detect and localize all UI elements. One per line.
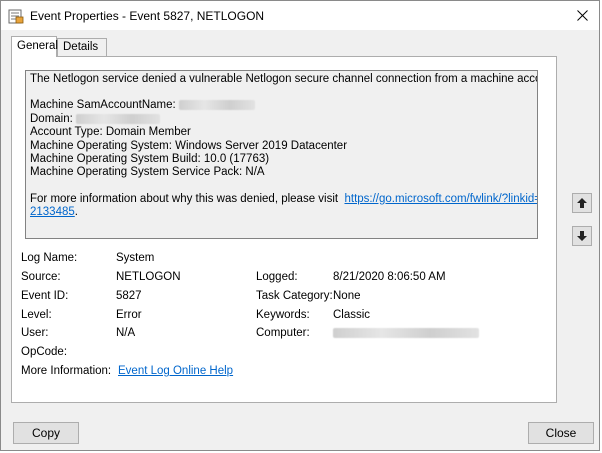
event-log-online-help-link[interactable]: Event Log Online Help — [118, 365, 233, 377]
description-summary: The Netlogon service denied a vulnerable… — [30, 73, 538, 85]
user-value[interactable]: N/A — [116, 327, 135, 339]
logged-value[interactable]: 8/21/2020 8:06:50 AM — [333, 271, 446, 283]
close-window-button[interactable] — [565, 1, 599, 30]
fwlink-link-part1[interactable]: https://go.microsoft.com/fwlink/?linkid= — [344, 193, 537, 205]
level-label: Level: — [21, 309, 52, 321]
previous-event-button[interactable] — [572, 193, 592, 213]
keywords-label: Keywords: — [256, 309, 310, 321]
machine-os-service-pack: Machine Operating System Service Pack: N… — [30, 166, 265, 179]
window-title: Event Properties - Event 5827, NETLOGON — [30, 8, 265, 23]
event-viewer-icon — [8, 9, 24, 23]
task-category-label: Task Category: — [256, 290, 333, 302]
source-value[interactable]: NETLOGON — [116, 271, 181, 283]
task-category-value[interactable]: None — [333, 290, 361, 302]
machine-os-build: Machine Operating System Build: 10.0 (17… — [30, 152, 270, 165]
arrow-down-icon — [577, 231, 587, 241]
fwlink-link-part2[interactable]: 2133485 — [30, 206, 75, 218]
description-period: . — [74, 206, 78, 219]
event-id-label: Event ID: — [21, 290, 69, 302]
computer-value[interactable] — [333, 327, 479, 339]
copy-button[interactable]: Copy — [13, 422, 79, 444]
tab-general[interactable]: General — [11, 36, 58, 57]
redacted-computer-name — [333, 327, 479, 338]
logged-label: Logged: — [256, 271, 298, 283]
general-tab-panel: The Netlogon service denied a vulnerable… — [11, 56, 557, 403]
close-icon — [576, 10, 588, 21]
user-label: User: — [21, 327, 49, 339]
source-label: Source: — [21, 271, 61, 283]
sam-account-row: Machine SamAccountName: — [30, 99, 533, 112]
redacted-sam-account — [178, 100, 255, 111]
domain-row: Domain: — [30, 113, 533, 126]
more-info-text: For more information about why this was … — [30, 192, 339, 205]
event-id-value[interactable]: 5827 — [116, 290, 142, 302]
redacted-domain — [76, 113, 161, 124]
more-info-row: For more information about why this was … — [30, 192, 537, 206]
machine-os: Machine Operating System: Windows Server… — [30, 139, 348, 152]
more-info-row-2: 2133485. — [30, 206, 533, 219]
title-bar[interactable]: Event Properties - Event 5827, NETLOGON — [1, 1, 599, 30]
opcode-label: OpCode: — [21, 346, 68, 358]
sam-account-label: Machine SamAccountName: — [30, 99, 176, 112]
arrow-up-icon — [577, 198, 587, 208]
more-information-label: More Information: — [21, 365, 112, 377]
event-properties-window: Event Properties - Event 5827, NETLOGON … — [0, 0, 600, 451]
level-value[interactable]: Error — [116, 309, 142, 321]
account-type: Account Type: Domain Member — [30, 126, 191, 139]
tab-details[interactable]: Details — [57, 38, 107, 56]
domain-label: Domain: — [30, 112, 73, 125]
computer-label: Computer: — [256, 327, 310, 339]
event-description-box[interactable]: The Netlogon service denied a vulnerable… — [25, 70, 538, 239]
next-event-button[interactable] — [572, 226, 592, 246]
keywords-value[interactable]: Classic — [333, 309, 370, 321]
log-name-value[interactable]: System — [116, 252, 154, 264]
log-name-label: Log Name: — [21, 252, 78, 264]
close-button[interactable]: Close — [528, 422, 594, 444]
